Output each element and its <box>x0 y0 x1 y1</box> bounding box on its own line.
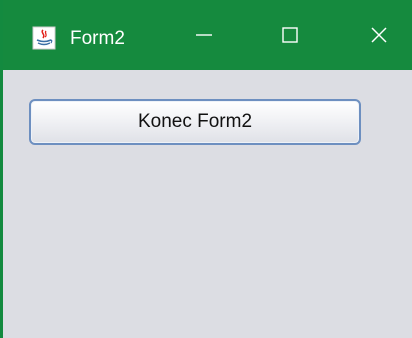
maximize-icon <box>282 27 298 43</box>
java-icon[interactable] <box>32 26 56 50</box>
close-button[interactable] <box>344 0 412 70</box>
close-form-button[interactable]: Konec Form2 <box>29 99 361 145</box>
close-form-button-label: Konec Form2 <box>137 111 253 132</box>
maximize-button[interactable] <box>255 0 325 70</box>
minimize-button[interactable] <box>169 0 239 70</box>
app-window: Form2 Konec Form2 <box>0 0 412 338</box>
close-icon <box>371 27 387 43</box>
title-bar[interactable]: Form2 <box>3 0 412 70</box>
minimize-icon <box>196 34 212 36</box>
window-title: Form2 <box>70 28 125 49</box>
